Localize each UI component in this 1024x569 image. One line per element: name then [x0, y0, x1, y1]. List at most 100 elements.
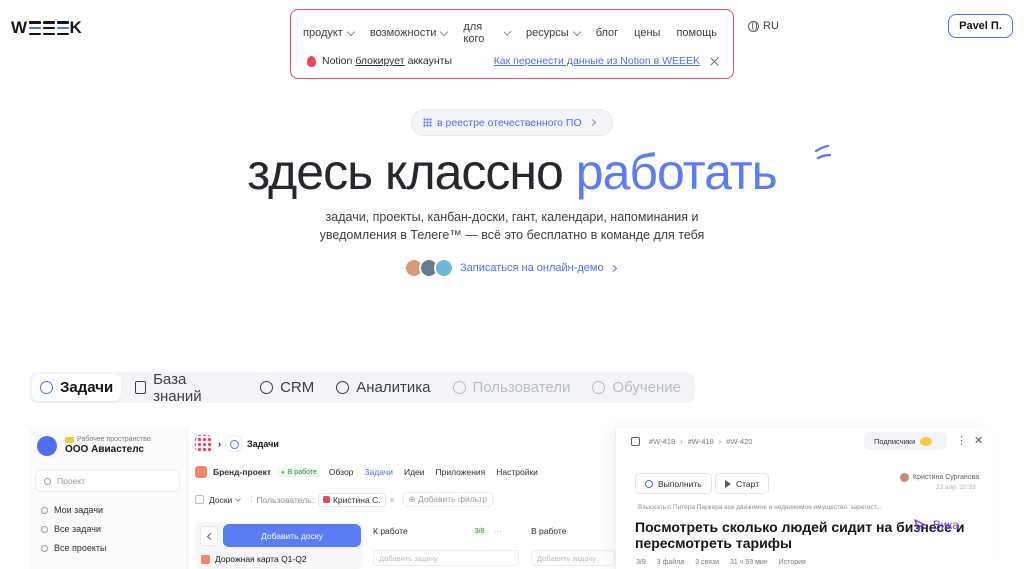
apps-grid-icon[interactable] [195, 435, 212, 452]
logo-e-icon [56, 21, 69, 35]
start-button[interactable]: Старт [715, 473, 770, 494]
notion-notice: Notion блокирует аккаунты Как перенести … [307, 55, 719, 67]
links-count[interactable]: 3 связи [695, 559, 719, 566]
hero-title: здесь классно работать [0, 141, 1024, 203]
filter-icon[interactable]: ⫶ [250, 494, 252, 505]
filter-user-chip[interactable]: Кристина С. [317, 492, 386, 507]
nav-item-help[interactable]: помощь [676, 21, 717, 45]
parent-task-link[interactable]: Взыскать с Питера Паркера все движимое и… [638, 504, 881, 511]
breadcrumb-separator: › [718, 437, 722, 446]
column-title[interactable]: В работе [531, 526, 566, 536]
time-spent[interactable]: 31 ч 53 мин [730, 559, 768, 566]
weeek-logo[interactable]: W K [11, 18, 82, 38]
task-id[interactable]: #W-419 [688, 437, 714, 446]
more-vertical-icon[interactable]: ⋮ [956, 434, 967, 447]
avatar [900, 473, 909, 482]
more-icon[interactable]: ··· [493, 526, 502, 536]
collapse-boards-button[interactable] [200, 526, 218, 546]
add-filter-button[interactable]: ⊕ Добавить фильтр [402, 492, 494, 507]
check-circle-icon [41, 525, 48, 533]
close-icon[interactable] [710, 57, 719, 66]
history-link[interactable]: История [779, 559, 806, 566]
breadcrumb-separator: › [680, 437, 683, 446]
feature-tabs: Задачи База знаний CRM Аналитика Пользов… [29, 371, 695, 405]
sparkle-icon [592, 381, 606, 394]
select-all-checkbox[interactable] [195, 495, 204, 504]
registry-badge[interactable]: в реестре отечественного ПО [411, 109, 613, 136]
column-header: К работе 3/8 ··· [373, 526, 502, 536]
subscribers-button[interactable]: Подписчики [864, 432, 947, 450]
chevron-down-icon [440, 27, 449, 36]
add-task-input[interactable]: Добавить задачу [373, 550, 519, 566]
subtasks-count[interactable]: 3/9 [636, 559, 646, 566]
close-icon[interactable]: ✕ [974, 434, 983, 447]
tab-users[interactable]: Пользователи [445, 374, 579, 401]
workspace-badge: Рабочее пространство [65, 436, 151, 443]
sidebar-item-my-tasks[interactable]: Мои задачи [41, 505, 103, 515]
play-icon [725, 479, 731, 488]
language-label: RU [763, 20, 779, 32]
notion-migration-link[interactable]: Как перенести данные из Notion в WEEEK [494, 55, 700, 67]
complete-button[interactable]: Выполнить [635, 473, 712, 494]
project-tab-settings[interactable]: Настройки [496, 467, 538, 477]
project-tab-tasks[interactable]: Задачи [364, 467, 393, 477]
task-id[interactable]: #W-420 [726, 437, 752, 446]
view-selector[interactable]: Доски [209, 495, 232, 505]
tab-learning[interactable]: Обучение [584, 374, 689, 401]
user-account-button[interactable]: Pavel П. [948, 14, 1013, 38]
workspace-logo [37, 436, 57, 456]
nav-item-resources[interactable]: ресурсы [526, 21, 581, 45]
search-icon [44, 477, 51, 485]
project-name[interactable]: Бренд-проект [213, 467, 271, 477]
column-title[interactable]: К работе [373, 526, 408, 536]
tab-knowledge-base[interactable]: База знаний [127, 371, 246, 405]
chevron-down-icon [572, 27, 581, 36]
tab-crm[interactable]: CRM [252, 374, 322, 401]
sidebar-item-all-projects[interactable]: Все проекты [41, 543, 107, 553]
panel-icon[interactable] [631, 437, 640, 446]
notice-highlight: блокирует [355, 55, 405, 67]
workspace-name[interactable]: ООО Авиастелс [65, 444, 144, 455]
nav-item-features[interactable]: возможности [370, 21, 449, 45]
project-tab-ideas[interactable]: Идеи [404, 467, 425, 477]
pie-chart-icon [336, 381, 350, 394]
add-board-label: Добавить доску [261, 530, 323, 541]
folder-icon [41, 544, 48, 552]
users-icon [452, 381, 466, 394]
breadcrumb-tasks[interactable]: Задачи [247, 439, 279, 449]
add-board-button[interactable]: Добавить доску [223, 524, 361, 547]
task-detail-panel: #W-418 › #W-419 › #W-420 Подписчики ⋮ ✕ … [615, 428, 992, 569]
avatar [322, 496, 330, 503]
tasks-icon [225, 435, 242, 452]
nav-item-product[interactable]: продукт [303, 21, 356, 45]
chevron-right-icon [588, 118, 596, 127]
status-badge[interactable]: В работе [277, 467, 321, 477]
add-task-input[interactable]: Добавить задачу [531, 550, 615, 566]
nav-item-blog[interactable]: блог [596, 21, 618, 45]
notice-prefix: Notion [322, 55, 353, 67]
project-search-input[interactable]: Проект [35, 470, 180, 492]
hero-title-accent: работать [575, 144, 778, 200]
tab-tasks[interactable]: Задачи [32, 374, 122, 401]
chevron-down-icon [503, 27, 512, 36]
board-card[interactable]: Дорожная карта Q1-Q2 [201, 554, 307, 564]
crown-icon [65, 436, 74, 443]
collaborator-name: Вика [933, 519, 959, 532]
files-count[interactable]: 3 файла [657, 559, 684, 566]
remove-filter-icon[interactable]: × [390, 495, 395, 505]
tab-analytics[interactable]: Аналитика [328, 374, 438, 401]
project-icon [195, 466, 207, 478]
project-tab-overview[interactable]: Обзор [329, 467, 354, 477]
task-count-badge: 3/8 [471, 527, 488, 535]
nav-item-pricing[interactable]: цены [634, 21, 660, 45]
sidebar-item-all-tasks[interactable]: Все задачи [41, 524, 101, 534]
nav-item-audience[interactable]: для кого [463, 21, 512, 45]
language-switch[interactable]: RU [748, 20, 779, 32]
task-id[interactable]: #W-418 [649, 437, 675, 446]
hero-subtitle: задачи, проекты, канбан-доски, гант, кал… [0, 208, 1024, 244]
demo-signup-link[interactable]: Записаться на онлайн-демо [404, 258, 617, 278]
project-tab-apps[interactable]: Приложения [436, 467, 486, 477]
filter-label: Пользователь: [256, 494, 314, 505]
chevron-down-icon [235, 495, 242, 502]
dots-grid-icon [423, 118, 432, 127]
